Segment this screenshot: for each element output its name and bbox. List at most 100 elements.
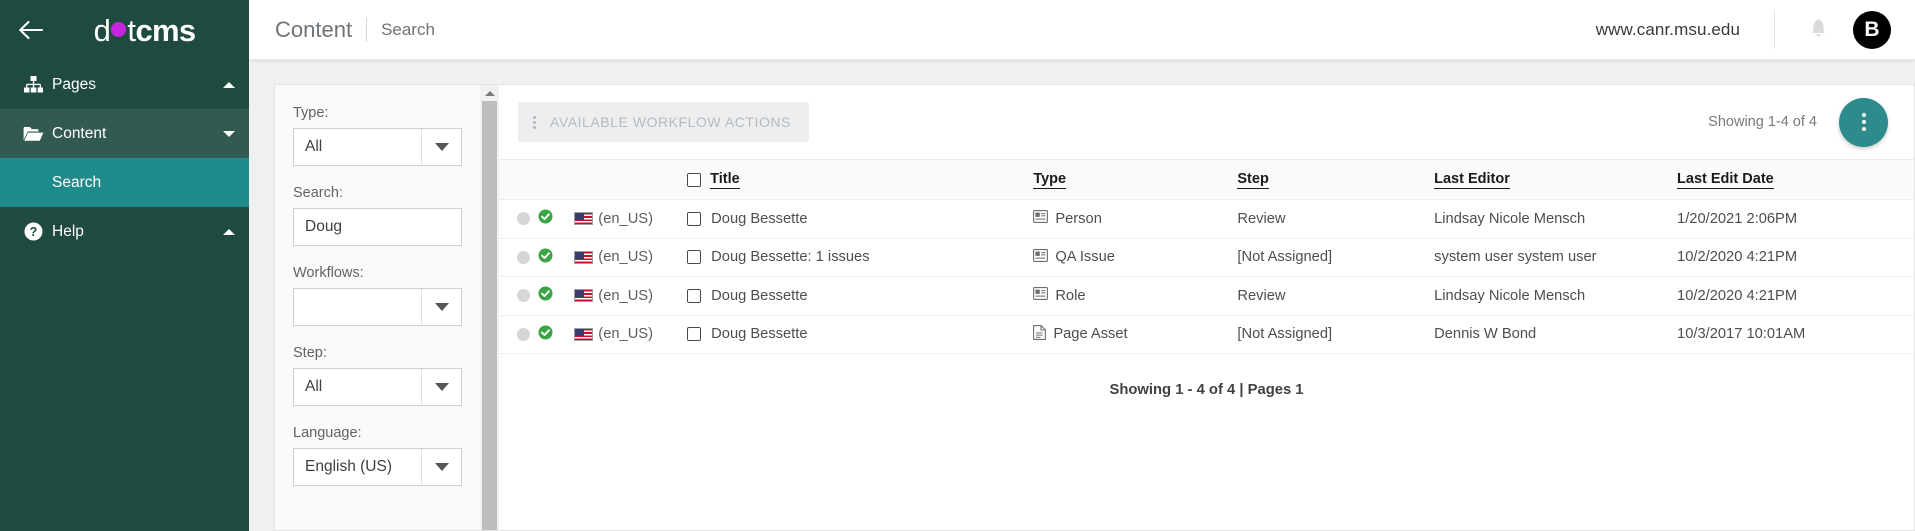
row-state-cell [499, 238, 574, 277]
sidebar-item-content[interactable]: Content [0, 109, 249, 158]
contact-card-icon [1033, 249, 1048, 266]
row-step-label: [Not Assigned] [1237, 326, 1332, 342]
row-title-label[interactable]: Doug Bessette: 1 issues [711, 249, 869, 265]
document-icon [1033, 325, 1046, 344]
language-filter-label: Language: [293, 425, 462, 441]
workflows-filter-label: Workflows: [293, 265, 462, 281]
type-filter-select[interactable]: All [293, 128, 462, 166]
table-header-row: Title Type Step Last Editor [499, 160, 1914, 200]
row-select-checkbox[interactable] [687, 212, 701, 226]
row-type-cell: Page Asset [1027, 315, 1231, 354]
pagination-summary: Showing 1 - 4 of 4 | Pages 1 [499, 354, 1914, 398]
chevron-down-icon-language[interactable] [421, 449, 461, 485]
language-filter-value: English (US) [294, 458, 421, 476]
flag-us-icon [574, 212, 593, 225]
row-step-cell: Review [1231, 277, 1428, 316]
showing-count-top: Showing 1-4 of 4 [1708, 114, 1817, 130]
contact-card-icon [1033, 210, 1048, 227]
chevron-up-icon-help[interactable] [209, 229, 249, 235]
column-type-label[interactable]: Type [1033, 170, 1066, 189]
row-state-cell [499, 277, 574, 316]
sidebar-filler [0, 256, 249, 531]
breadcrumb-main[interactable]: Content [275, 17, 352, 43]
flag-us-icon [574, 289, 593, 302]
column-step-label[interactable]: Step [1237, 170, 1268, 189]
row-step-label: [Not Assigned] [1237, 249, 1332, 265]
row-last-edit-date-cell: 10/2/2020 4:21PM [1671, 238, 1914, 277]
row-title-label[interactable]: Doug Bessette [711, 211, 807, 227]
column-title: Title [681, 160, 1027, 200]
back-arrow-icon[interactable] [0, 0, 62, 60]
results-toolbar-right: Showing 1-4 of 4 [1708, 98, 1888, 147]
workflows-filter-select[interactable] [293, 288, 462, 326]
breadcrumb: Content Search [249, 17, 435, 43]
sitemap-icon [14, 76, 52, 93]
chevron-down-icon-workflows[interactable] [421, 289, 461, 325]
row-step-cell: [Not Assigned] [1231, 238, 1428, 277]
kebab-menu-icon-workflow [533, 116, 536, 129]
type-filter-label: Type: [293, 105, 462, 121]
chevron-up-icon-pages[interactable] [209, 82, 249, 88]
table-row[interactable]: (en_US)Doug BessettePersonReviewLindsay … [499, 200, 1914, 239]
published-check-icon [538, 209, 553, 228]
sidebar-header: d t cms [0, 0, 249, 60]
flag-us-icon [574, 328, 593, 341]
table-row[interactable]: (en_US)Doug BessetteRoleReviewLindsay Ni… [499, 277, 1914, 316]
chevron-down-icon-step[interactable] [421, 369, 461, 405]
column-last-editor-label[interactable]: Last Editor [1434, 170, 1510, 189]
folder-open-icon [14, 126, 52, 142]
available-workflow-actions-label: AVAILABLE WORKFLOW ACTIONS [550, 114, 791, 130]
type-filter-value: All [294, 138, 421, 156]
row-type-cell: Role [1027, 277, 1231, 316]
row-last-edit-date-label: 1/20/2021 2:06PM [1677, 211, 1797, 227]
row-last-editor-label: system user system user [1434, 249, 1596, 265]
breadcrumb-separator [366, 18, 367, 42]
scroll-up-arrow-icon[interactable] [480, 85, 499, 101]
available-workflow-actions-button[interactable]: AVAILABLE WORKFLOW ACTIONS [518, 102, 809, 142]
row-type-label: Person [1055, 211, 1102, 227]
chevron-down-icon-type[interactable] [421, 129, 461, 165]
help-circle-icon: ? [14, 222, 52, 241]
results-panel: AVAILABLE WORKFLOW ACTIONS Showing 1-4 o… [499, 84, 1915, 531]
row-title-cell: Doug Bessette [681, 277, 1027, 316]
dotcms-logo[interactable]: d t cms [62, 15, 249, 46]
row-title-label[interactable]: Doug Bessette [711, 288, 807, 304]
row-language-label: (en_US) [598, 211, 653, 227]
sidebar-item-help[interactable]: ? Help [0, 207, 249, 256]
row-select-checkbox[interactable] [687, 327, 701, 341]
row-type-cell: Person [1027, 200, 1231, 239]
sidebar-item-pages[interactable]: Pages [0, 60, 249, 109]
row-last-edit-date-label: 10/3/2017 10:01AM [1677, 326, 1805, 342]
results-toolbar: AVAILABLE WORKFLOW ACTIONS Showing 1-4 o… [499, 85, 1914, 159]
breadcrumb-sub[interactable]: Search [381, 20, 435, 40]
row-select-checkbox[interactable] [687, 289, 701, 303]
unpublished-indicator-icon [517, 212, 530, 225]
row-select-checkbox[interactable] [687, 250, 701, 264]
site-selector[interactable]: www.canr.msu.edu [1596, 20, 1740, 40]
column-title-label[interactable]: Title [710, 170, 740, 189]
row-language-cell: (en_US) [574, 238, 681, 277]
column-last-edit-date-label[interactable]: Last Edit Date [1677, 170, 1774, 189]
scrollbar-thumb[interactable] [482, 101, 497, 530]
notification-bell-icon[interactable] [1801, 19, 1835, 40]
sidebar-item-search[interactable]: Search [0, 158, 249, 207]
select-all-checkbox[interactable] [687, 173, 701, 187]
chevron-down-icon-content[interactable] [209, 131, 249, 137]
search-input[interactable]: Doug [293, 208, 462, 246]
table-row[interactable]: (en_US) Doug Bessette Page Asset [Not Assig… [499, 315, 1914, 354]
row-step-label: Review [1237, 211, 1285, 227]
user-avatar[interactable]: B [1853, 11, 1891, 49]
row-last-editor-cell: system user system user [1428, 238, 1671, 277]
row-state-cell [499, 200, 574, 239]
step-filter-select[interactable]: All [293, 368, 462, 406]
column-step: Step [1231, 160, 1428, 200]
row-title-label[interactable]: Doug Bessette [711, 326, 807, 342]
row-step-cell: [Not Assigned] [1231, 315, 1428, 354]
row-step-label: Review [1237, 288, 1285, 304]
more-actions-button[interactable] [1839, 98, 1888, 147]
row-language-cell: (en_US) [574, 315, 681, 354]
language-filter-select[interactable]: English (US) [293, 448, 462, 486]
table-row[interactable]: (en_US)Doug Bessette: 1 issuesQA Issue[N… [499, 238, 1914, 277]
row-step-cell: Review [1231, 200, 1428, 239]
filter-panel-scrollbar[interactable] [480, 84, 499, 531]
